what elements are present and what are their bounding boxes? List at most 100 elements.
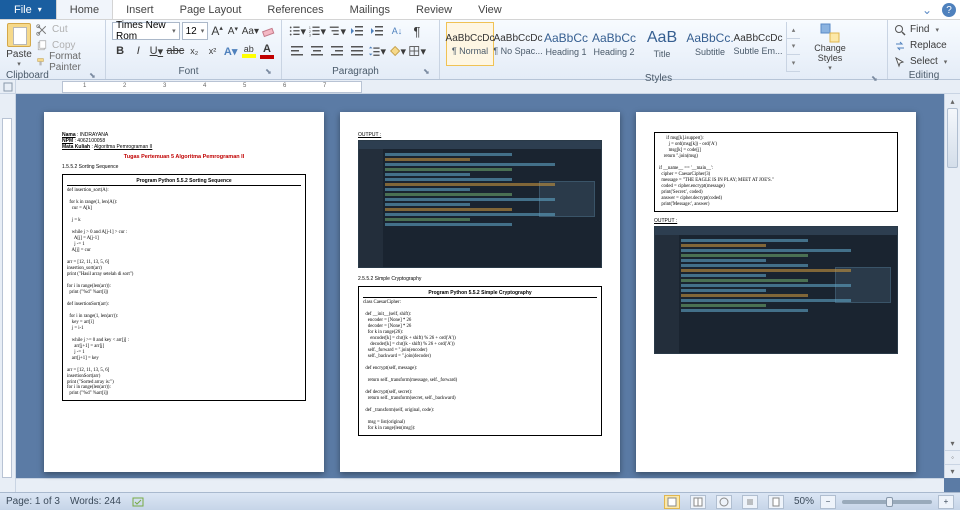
- format-painter-button[interactable]: Format Painter: [36, 54, 99, 69]
- paragraph-dialog-launcher[interactable]: ⬊: [423, 67, 433, 77]
- superscript-button[interactable]: x²: [204, 42, 220, 60]
- multilevel-list-button[interactable]: ▾: [328, 22, 346, 40]
- clear-formatting-button[interactable]: [261, 22, 275, 40]
- change-styles-button[interactable]: ChangeStyles ▾: [810, 22, 850, 72]
- borders-icon: [408, 44, 420, 58]
- replace-button[interactable]: Replace: [894, 38, 954, 53]
- minimize-ribbon-icon[interactable]: ⌄: [916, 0, 938, 19]
- clipboard-dialog-launcher[interactable]: ⬊: [89, 71, 99, 81]
- highlight-button[interactable]: ab: [241, 42, 257, 60]
- output-screenshot: [654, 226, 898, 354]
- zoom-out-button[interactable]: −: [820, 495, 836, 509]
- full-screen-view-button[interactable]: [690, 495, 706, 509]
- editing-group-label: Editing: [894, 69, 954, 81]
- italic-button[interactable]: I: [130, 42, 146, 60]
- print-layout-view-button[interactable]: [664, 495, 680, 509]
- tab-review[interactable]: Review: [403, 0, 465, 19]
- zoom-in-button[interactable]: +: [938, 495, 954, 509]
- align-center-icon: [310, 44, 324, 58]
- zoom-slider[interactable]: [842, 500, 932, 504]
- output-screenshot: [358, 140, 602, 268]
- style-item[interactable]: AaBbCcHeading 1: [542, 22, 590, 66]
- styles-group-label: Styles: [446, 72, 871, 84]
- style-item[interactable]: AaBTitle: [638, 22, 686, 66]
- tab-mailings[interactable]: Mailings: [337, 0, 403, 19]
- tab-references[interactable]: References: [254, 0, 336, 19]
- show-marks-button[interactable]: ¶: [408, 22, 426, 40]
- styles-dialog-launcher[interactable]: ⬊: [871, 74, 881, 84]
- paragraph-group-label: Paragraph: [288, 65, 423, 77]
- shrink-font-button[interactable]: A▾: [226, 22, 240, 40]
- font-dialog-launcher[interactable]: ⬊: [265, 67, 275, 77]
- line-spacing-button[interactable]: ▾: [368, 42, 386, 60]
- indent-icon: [370, 24, 384, 38]
- style-gallery-scroller[interactable]: ▴▾▾: [786, 22, 800, 72]
- shading-button[interactable]: ▾: [388, 42, 406, 60]
- align-left-button[interactable]: [288, 42, 306, 60]
- horizontal-ruler[interactable]: 1234567: [62, 81, 362, 93]
- page-indicator[interactable]: Page: 1 of 3: [6, 496, 60, 507]
- select-button[interactable]: Select▾: [894, 54, 954, 69]
- numbering-button[interactable]: 123▾: [308, 22, 326, 40]
- style-item[interactable]: AaBbCcHeading 2: [590, 22, 638, 66]
- style-item[interactable]: AaBbCcDcSubtle Em...: [734, 22, 782, 66]
- grow-font-button[interactable]: A▴: [210, 22, 224, 40]
- text-effects-button[interactable]: A▾: [223, 42, 239, 60]
- sort-button[interactable]: A↓: [388, 22, 406, 40]
- document-page[interactable]: Nama : INDRAYANA NPM : 4062100058 Mata K…: [44, 112, 324, 472]
- file-tab[interactable]: File▾: [0, 0, 56, 19]
- subscript-button[interactable]: x₂: [186, 42, 202, 60]
- decrease-indent-button[interactable]: [348, 22, 366, 40]
- align-right-button[interactable]: [328, 42, 346, 60]
- ruler-toggle[interactable]: [0, 80, 16, 94]
- multilevel-icon: [328, 24, 340, 38]
- bold-button[interactable]: B: [112, 42, 128, 60]
- justify-button[interactable]: [348, 42, 366, 60]
- web-layout-view-button[interactable]: [716, 495, 732, 509]
- tab-home[interactable]: Home: [56, 0, 113, 19]
- tab-page-layout[interactable]: Page Layout: [167, 0, 255, 19]
- vertical-ruler[interactable]: [0, 94, 16, 492]
- numbering-icon: 123: [308, 24, 320, 38]
- style-item[interactable]: AaBbCc.Subtitle: [686, 22, 734, 66]
- font-size-combo[interactable]: 12▾: [182, 22, 209, 40]
- outline-view-button[interactable]: [742, 495, 758, 509]
- outdent-icon: [350, 24, 364, 38]
- paste-icon: [7, 23, 31, 47]
- replace-icon: [894, 40, 906, 52]
- find-button[interactable]: Find▾: [894, 22, 954, 37]
- align-left-icon: [290, 44, 304, 58]
- font-color-button[interactable]: A: [259, 42, 275, 60]
- change-case-button[interactable]: Aa▾: [242, 22, 259, 40]
- style-item[interactable]: AaBbCcDc¶ Normal: [446, 22, 494, 66]
- word-count[interactable]: Words: 244: [70, 496, 121, 507]
- paste-button[interactable]: Paste ▾: [6, 23, 32, 68]
- increase-indent-button[interactable]: [368, 22, 386, 40]
- paintbrush-icon: [36, 56, 45, 68]
- svg-text:3: 3: [309, 33, 311, 37]
- draft-view-button[interactable]: [768, 495, 784, 509]
- scissors-icon: [36, 24, 48, 36]
- bullets-button[interactable]: ▾: [288, 22, 306, 40]
- borders-button[interactable]: ▾: [408, 42, 426, 60]
- change-styles-icon: [819, 22, 841, 44]
- strikethrough-button[interactable]: abc: [166, 42, 184, 60]
- document-page[interactable]: OUTPUT : 2.5.5.2 Simple Cryptography Pro…: [340, 112, 620, 472]
- underline-button[interactable]: U▾: [148, 42, 164, 60]
- font-name-combo[interactable]: Times New Rom▾: [112, 22, 180, 40]
- help-icon[interactable]: ?: [942, 3, 956, 17]
- document-page[interactable]: if msg[k].isupper(): j = ord(msg[k]) - o…: [636, 112, 916, 472]
- vertical-scrollbar[interactable]: ▴ ▾ ◦ ▾: [944, 94, 960, 478]
- horizontal-scrollbar[interactable]: [16, 478, 944, 492]
- style-item[interactable]: AaBbCcDc¶ No Spac...: [494, 22, 542, 66]
- copy-icon: [36, 40, 48, 52]
- bucket-icon: [388, 44, 400, 58]
- tab-view[interactable]: View: [465, 0, 515, 19]
- zoom-level[interactable]: 50%: [794, 496, 814, 507]
- eraser-icon: [261, 24, 275, 38]
- align-center-button[interactable]: [308, 42, 326, 60]
- cut-button[interactable]: Cut: [36, 22, 99, 37]
- proofing-icon[interactable]: [131, 495, 145, 509]
- line-spacing-icon: [368, 44, 380, 58]
- tab-insert[interactable]: Insert: [113, 0, 167, 19]
